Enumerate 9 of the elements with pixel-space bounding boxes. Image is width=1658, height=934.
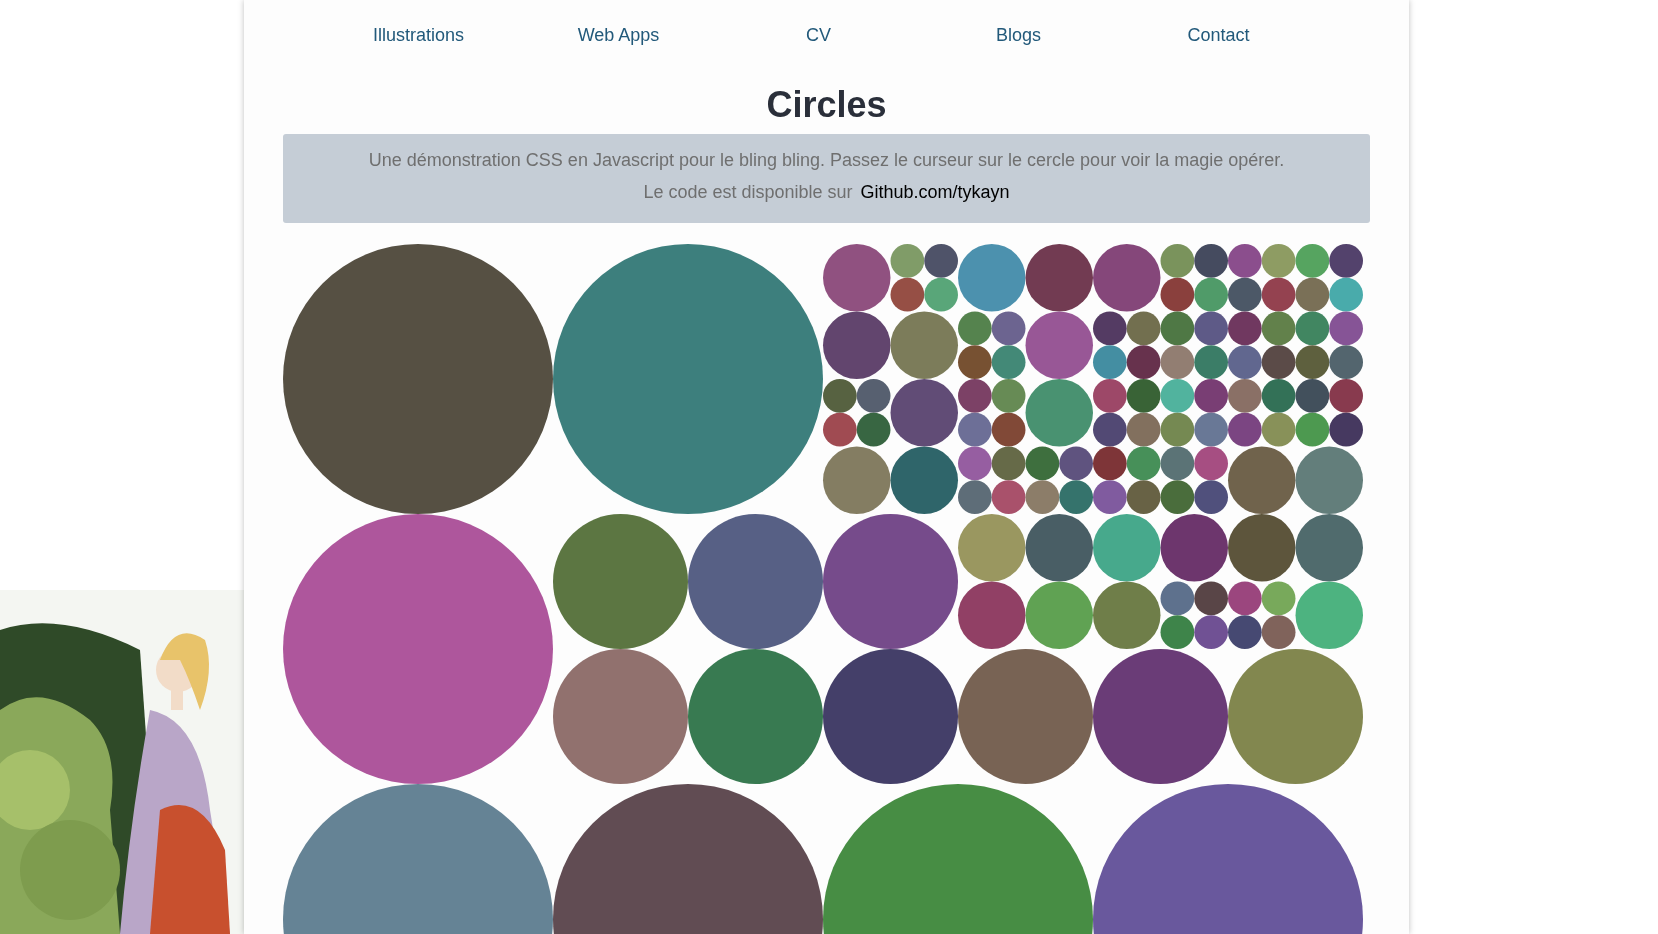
- page-title: Circles: [765, 84, 888, 126]
- github-link[interactable]: Github.com/tykayn: [860, 181, 1010, 203]
- intro-text: Une démonstration CSS en Javascript pour le bling bling. Passez le curseur sur le cercle pour voir la magie opérer.: [367, 149, 1286, 171]
- nav-link[interactable]: Contact: [1187, 24, 1250, 46]
- nav-link[interactable]: Web Apps: [577, 24, 660, 46]
- nav-link[interactable]: Illustrations: [372, 24, 464, 46]
- intro-text: Le code est disponible sur: [643, 181, 853, 203]
- nav-link[interactable]: CV: [806, 24, 831, 46]
- nav-link[interactable]: Blogs: [996, 24, 1041, 46]
